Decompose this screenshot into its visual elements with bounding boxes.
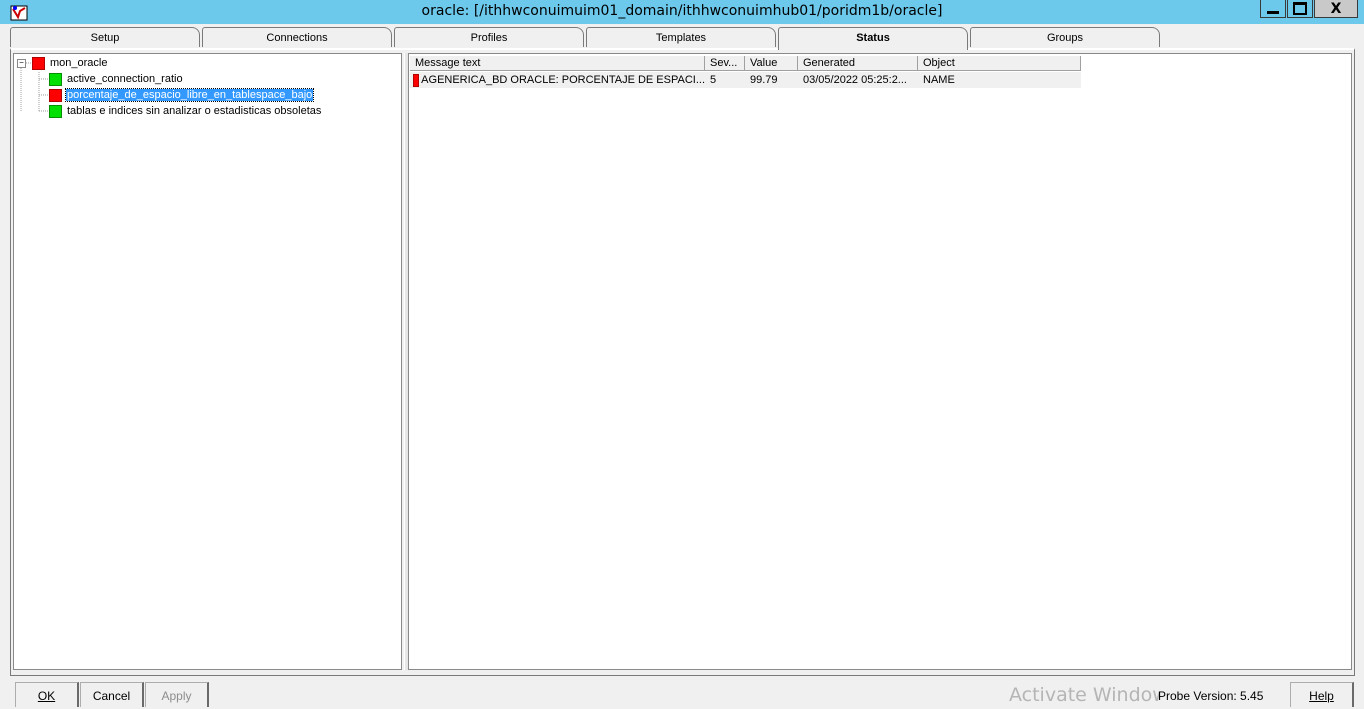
apply-button[interactable]: Apply: [145, 682, 209, 707]
alarm-list[interactable]: Message text Sev... Value Generated Obje…: [408, 53, 1352, 670]
ok-label: OK: [37, 689, 56, 703]
tree-node-label-selected: porcentaje_de_espacio_libre_en_tablespac…: [64, 88, 315, 102]
tab-profiles[interactable]: Profiles: [394, 27, 584, 47]
status-red-icon: [413, 73, 420, 87]
tree-node-label: active_connection_ratio: [67, 73, 183, 85]
tab-groups[interactable]: Groups: [970, 27, 1160, 47]
list-row[interactable]: AGENERICA_BD ORACLE: PORCENTAJE DE ESPAC…: [410, 72, 1081, 88]
cell-message: AGENERICA_BD ORACLE: PORCENTAJE DE ESPAC…: [410, 72, 705, 88]
tab-connections[interactable]: Connections: [202, 27, 392, 47]
status-red-icon: [32, 56, 45, 70]
close-button[interactable]: X: [1314, 0, 1358, 18]
cell-value: 99.79: [750, 74, 778, 86]
window-title: oracle: [/ithhwconuimuim01_domain/ithhwc…: [421, 3, 943, 19]
tab-templates[interactable]: Templates: [586, 27, 776, 47]
minimize-button[interactable]: [1260, 0, 1286, 18]
cell-object: NAME: [923, 74, 955, 86]
status-green-icon: [49, 104, 62, 118]
cell-severity: 5: [710, 74, 717, 86]
column-header-message[interactable]: Message text: [410, 56, 705, 71]
tree-node-checkpoint[interactable]: tablas e indices sin analizar o estadist…: [49, 104, 322, 118]
tab-status[interactable]: Status: [778, 27, 968, 50]
profile-tree[interactable]: − mon_oracle active_connection_ratio por…: [13, 53, 402, 670]
help-button[interactable]: Help: [1290, 682, 1354, 707]
close-icon: X: [1330, 0, 1342, 17]
minimize-icon: [1267, 11, 1279, 14]
column-header-generated[interactable]: Generated: [798, 56, 918, 71]
apply-label: Apply: [161, 689, 192, 703]
status-red-icon: [49, 88, 62, 102]
column-header-object[interactable]: Object: [918, 56, 1081, 71]
list-header: Message text Sev... Value Generated Obje…: [410, 56, 1081, 71]
activation-watermark: Activate Windows: [1009, 684, 1159, 706]
message-text: AGENERICA_BD ORACLE: PORCENTAJE DE ESPAC…: [421, 74, 705, 86]
tab-setup[interactable]: Setup: [10, 27, 200, 47]
cell-generated: 03/05/2022 05:25:2...: [803, 74, 907, 86]
cancel-label: Cancel: [92, 689, 131, 703]
cancel-button[interactable]: Cancel: [80, 682, 144, 707]
help-label: Help: [1309, 689, 1334, 703]
tree-node-label: mon_oracle: [50, 57, 108, 69]
column-header-value[interactable]: Value: [745, 56, 798, 71]
tree-node-checkpoint[interactable]: active_connection_ratio: [49, 72, 184, 86]
tree-expander-icon[interactable]: −: [17, 59, 26, 68]
title-bar[interactable]: oracle: [/ithhwconuimuim01_domain/ithhwc…: [0, 0, 1364, 24]
tree-node-root[interactable]: mon_oracle: [32, 56, 108, 70]
probe-version: Probe Version: 5.45: [1158, 689, 1264, 703]
ok-button[interactable]: OK: [15, 682, 79, 707]
status-green-icon: [49, 72, 62, 86]
column-header-severity[interactable]: Sev...: [705, 56, 745, 71]
tree-node-label: tablas e indices sin analizar o estadist…: [67, 105, 322, 117]
maximize-icon: [1293, 2, 1307, 15]
tree-node-checkpoint[interactable]: porcentaje_de_espacio_libre_en_tablespac…: [49, 88, 315, 102]
maximize-button[interactable]: [1287, 0, 1313, 18]
